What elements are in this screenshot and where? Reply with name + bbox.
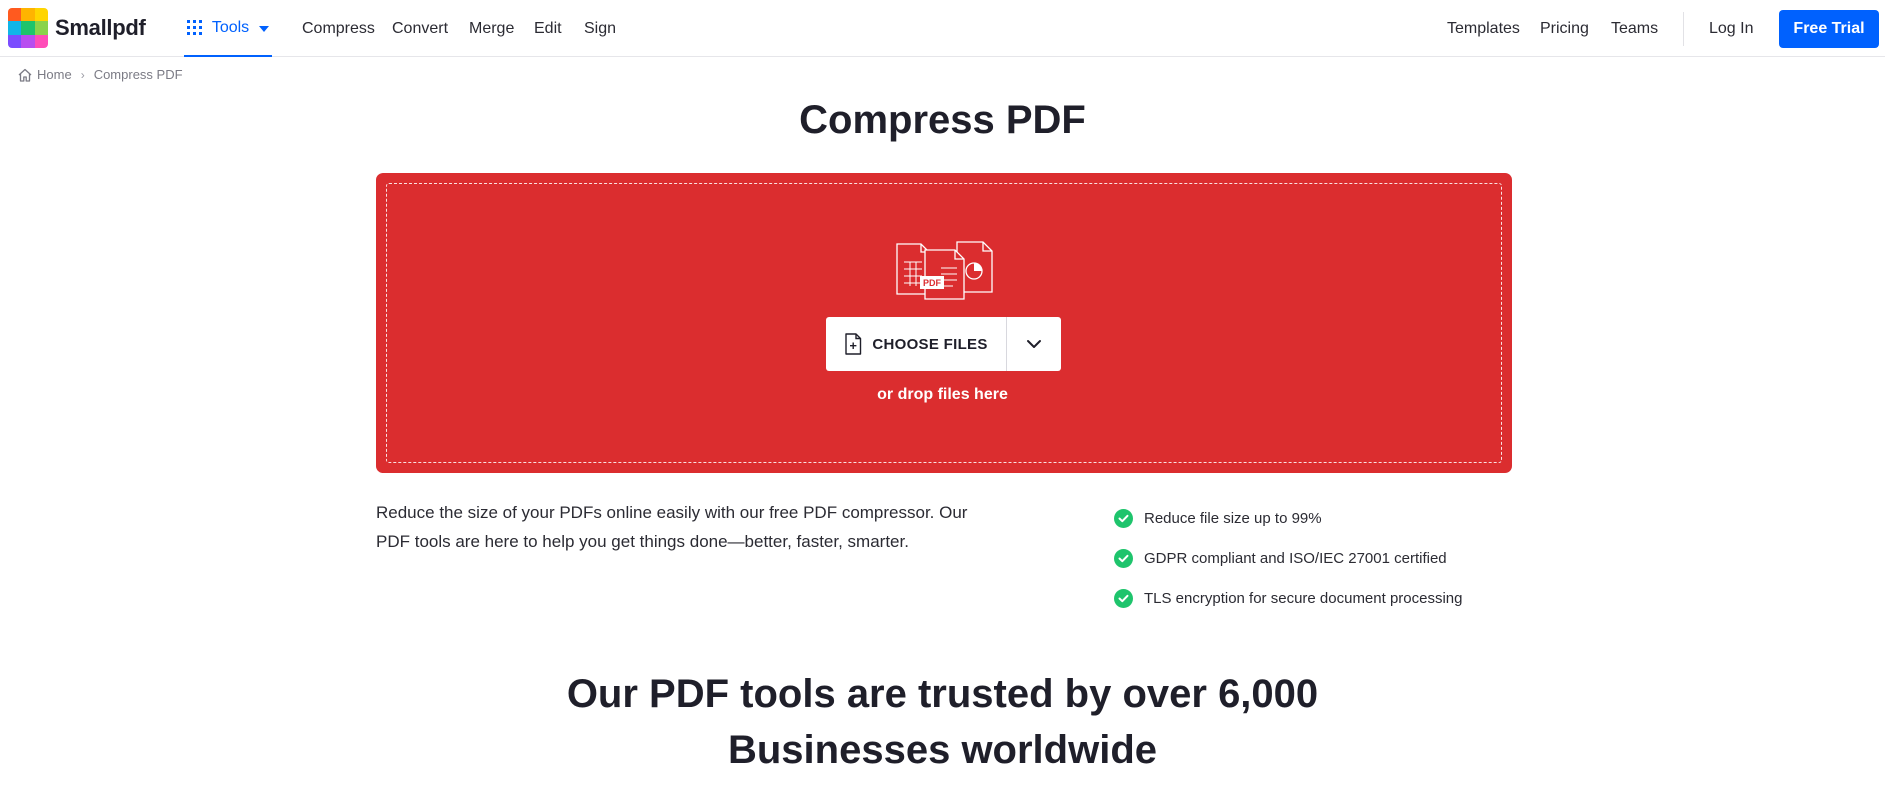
pdf-badge-text: PDF — [923, 278, 942, 288]
feature-text: Reduce file size up to 99% — [1144, 509, 1322, 527]
trusted-line-2: Businesses worldwide — [727, 728, 1158, 772]
breadcrumb-separator: › — [80, 67, 85, 82]
nav-compress[interactable]: Compress — [302, 0, 375, 57]
nav-divider — [1683, 12, 1684, 46]
nav-edit[interactable]: Edit — [534, 0, 562, 57]
drop-files-hint: or drop files here — [877, 386, 1008, 403]
smallpdf-logo[interactable]: Smallpdf — [8, 8, 146, 48]
feature-item: GDPR compliant and ISO/IEC 27001 certifi… — [1114, 538, 1463, 578]
choose-files-label: CHOOSE FILES — [872, 335, 988, 353]
nav-pricing[interactable]: Pricing — [1540, 0, 1589, 57]
check-icon — [1114, 588, 1133, 608]
feature-item: TLS encryption for secure document proce… — [1114, 578, 1463, 618]
trusted-line-1: Our PDF tools are trusted by over 6,000 — [566, 672, 1319, 716]
feature-list: Reduce file size up to 99% GDPR complian… — [1114, 498, 1463, 618]
home-icon — [18, 68, 32, 82]
free-trial-button[interactable]: Free Trial — [1779, 10, 1879, 48]
login-link[interactable]: Log In — [1709, 0, 1753, 57]
check-icon — [1114, 548, 1133, 568]
feature-text: TLS encryption for secure document proce… — [1144, 589, 1463, 607]
nav-convert[interactable]: Convert — [392, 0, 448, 57]
nav-merge[interactable]: Merge — [469, 0, 514, 57]
choose-files-group: CHOOSE FILES — [826, 317, 1061, 371]
feature-item: Reduce file size up to 99% — [1114, 498, 1463, 538]
breadcrumb: Home › Compress PDF — [17, 67, 183, 82]
nav-sign[interactable]: Sign — [584, 0, 616, 57]
logo-mark-icon — [8, 8, 48, 48]
nav-teams[interactable]: Teams — [1611, 0, 1658, 57]
brand-name: Smallpdf — [55, 15, 146, 40]
tools-menu-button[interactable]: Tools — [184, 0, 272, 57]
page-title: Compress PDF — [799, 98, 1086, 142]
feature-text: GDPR compliant and ISO/IEC 27001 certifi… — [1144, 549, 1447, 567]
breadcrumb-home[interactable]: Home — [37, 67, 72, 82]
nav-templates[interactable]: Templates — [1447, 0, 1520, 57]
chevron-down-icon — [1027, 340, 1041, 348]
tool-description: Reduce the size of your PDFs online easi… — [376, 503, 968, 551]
caret-down-icon — [259, 25, 270, 32]
trusted-heading: Our PDF tools are trusted by over 6,000 … — [0, 666, 1885, 778]
grid-icon — [186, 20, 202, 35]
tools-label: Tools — [211, 18, 250, 36]
top-navbar: Smallpdf Tools Compress Convert Merge Ed… — [0, 0, 1885, 57]
documents-icon: PDF — [896, 241, 993, 300]
file-plus-icon — [845, 333, 862, 355]
choose-files-button[interactable]: CHOOSE FILES — [826, 317, 1007, 371]
choose-files-dropdown[interactable] — [1007, 317, 1061, 371]
check-icon — [1114, 508, 1133, 528]
breadcrumb-current: Compress PDF — [93, 67, 183, 82]
